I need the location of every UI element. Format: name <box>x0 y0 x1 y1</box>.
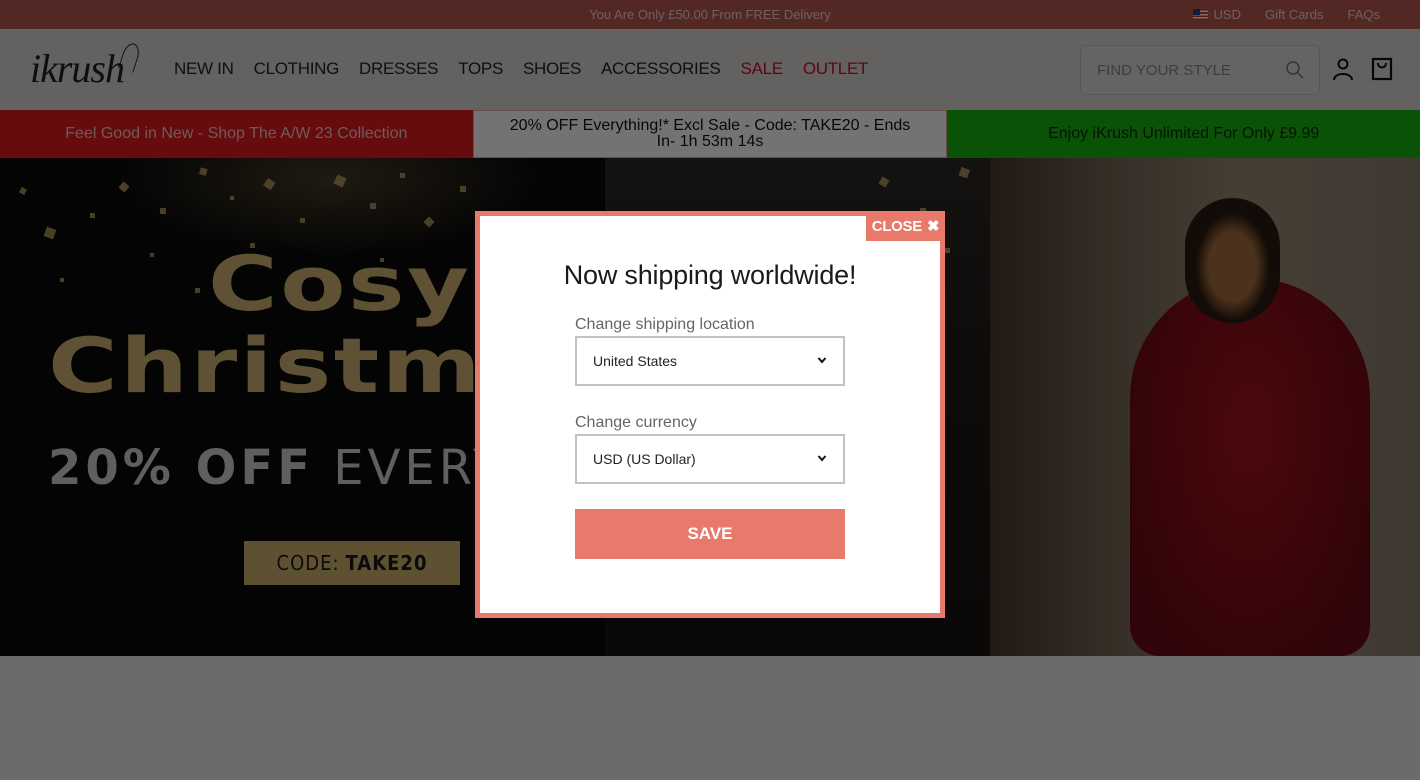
close-icon: ✖ <box>926 218 940 235</box>
chevron-down-icon <box>817 357 827 364</box>
shipping-location-select[interactable]: United States <box>575 336 845 386</box>
currency-label: Change currency <box>575 414 697 431</box>
close-label: CLOSE <box>871 217 922 235</box>
shipping-location-value: United States <box>593 353 678 369</box>
shipping-location-label: Change shipping location <box>575 316 755 333</box>
currency-select[interactable]: USD (US Dollar) <box>575 434 845 484</box>
currency-value: USD (US Dollar) <box>593 451 696 467</box>
save-button[interactable]: SAVE <box>575 509 845 559</box>
close-button[interactable]: CLOSE ✖ <box>866 211 945 241</box>
chevron-down-icon <box>817 455 827 462</box>
modal-title: Now shipping worldwide! <box>563 260 857 290</box>
shipping-modal: CLOSE ✖ Now shipping worldwide! Change sh… <box>475 211 945 618</box>
